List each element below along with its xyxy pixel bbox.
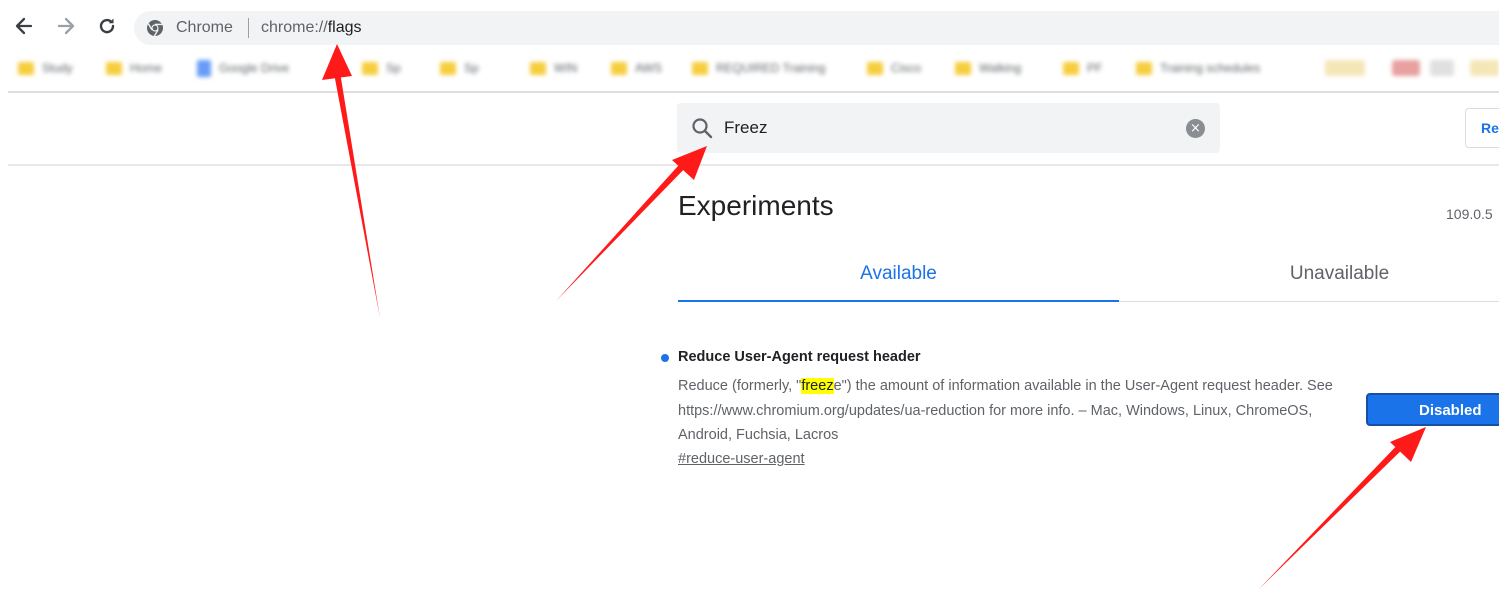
- bookmark-label: AWS: [635, 61, 662, 75]
- bookmark-item[interactable]: Sp: [440, 58, 479, 78]
- bookmark-label: WIN: [554, 61, 578, 75]
- reset-all-button[interactable]: Re: [1465, 108, 1499, 148]
- arrow-right-icon: [57, 17, 75, 35]
- page-title: Experiments: [678, 190, 834, 221]
- search-match-highlight: freez: [801, 378, 834, 394]
- bookmark-blurred[interactable]: [1325, 60, 1365, 76]
- bookmark-label: PF: [1087, 61, 1103, 75]
- experiment-description: Reduce (formerly, "freeze") the amount o…: [678, 374, 1338, 448]
- back-button[interactable]: [10, 12, 38, 40]
- bookmark-blurred[interactable]: [1470, 60, 1499, 76]
- bookmarks-bar: Study Home Google Drive Sp Sp WIN AWS RE…: [0, 52, 1499, 86]
- bookmark-item[interactable]: Sp: [362, 58, 401, 78]
- url-text[interactable]: chrome://flags: [261, 19, 361, 37]
- bookmark-item[interactable]: REQUIRED Training: [692, 58, 825, 78]
- address-bar[interactable]: Chrome chrome://flags: [134, 11, 1499, 45]
- divider: [8, 164, 1499, 166]
- browser-window: Chrome chrome://flags Study Home Google …: [0, 0, 1499, 589]
- folder-icon: [692, 61, 708, 75]
- folder-icon: [867, 61, 883, 75]
- bookmark-blurred[interactable]: [1392, 60, 1420, 76]
- bookmark-label: REQUIRED Training: [716, 61, 826, 75]
- red-arrow-head-icon: [1390, 427, 1426, 462]
- bookmark-item[interactable]: Google Drive: [197, 58, 289, 78]
- bookmark-item[interactable]: Training schedules: [1136, 58, 1260, 78]
- tab-available[interactable]: Available: [678, 258, 1119, 302]
- red-arrow-icon: [1259, 437, 1410, 589]
- modified-dot-icon: [661, 354, 669, 362]
- bookmark-label: Google Drive: [219, 61, 290, 75]
- browser-toolbar: Chrome chrome://flags: [0, 0, 1499, 52]
- folder-icon: [1136, 61, 1152, 75]
- folder-icon: [362, 61, 378, 75]
- site-label: Chrome: [176, 19, 233, 36]
- bookmark-item[interactable]: Cisco: [867, 58, 921, 78]
- bookmark-item[interactable]: PF: [1063, 58, 1102, 78]
- description-text: Reduce (formerly, ": [678, 378, 802, 394]
- folder-icon: [106, 61, 122, 75]
- bookmark-blurred[interactable]: [1430, 60, 1454, 76]
- url-scheme: chrome://: [261, 19, 328, 36]
- search-input[interactable]: Freez: [724, 118, 767, 138]
- bookmark-item[interactable]: Walking: [955, 58, 1021, 78]
- version-label: 109.0.5: [1446, 206, 1493, 222]
- clear-search-icon[interactable]: ×: [1186, 119, 1205, 138]
- bookmark-label: Training schedules: [1160, 61, 1261, 75]
- experiment-state-select[interactable]: Disabled: [1366, 393, 1499, 426]
- bookmark-label: Home: [130, 61, 163, 75]
- bookmark-item[interactable]: WIN: [530, 58, 577, 78]
- folder-icon: [440, 61, 456, 75]
- reload-button[interactable]: [93, 12, 121, 40]
- folder-icon: [1063, 61, 1079, 75]
- folder-icon: [530, 61, 546, 75]
- bookmark-label: Walking: [979, 61, 1022, 75]
- tab-active-indicator: [678, 300, 1119, 302]
- bookmark-label: Sp: [386, 61, 401, 75]
- flags-search-box[interactable]: Freez ×: [677, 103, 1220, 153]
- address-separator: [248, 18, 249, 38]
- bookmark-label: Study: [42, 61, 73, 75]
- bookmark-item[interactable]: Study: [18, 58, 73, 78]
- folder-icon: [955, 61, 971, 75]
- red-arrow-icon: [333, 66, 380, 318]
- doc-icon: [197, 59, 211, 77]
- bookmark-label: Sp: [464, 61, 479, 75]
- chrome-logo-icon: [147, 20, 163, 37]
- tab-unavailable[interactable]: Unavailable: [1119, 258, 1499, 302]
- forward-button[interactable]: [52, 12, 80, 40]
- divider: [8, 91, 1499, 93]
- search-icon: [692, 118, 713, 139]
- url-host: flags: [327, 19, 362, 36]
- folder-icon: [611, 61, 627, 75]
- bookmark-item[interactable]: Home: [106, 58, 162, 78]
- folder-icon: [18, 61, 34, 75]
- experiment-title: Reduce User-Agent request header: [678, 349, 921, 365]
- bookmark-label: Cisco: [891, 61, 922, 75]
- red-arrow-icon: [556, 156, 692, 301]
- divider: [1119, 301, 1499, 302]
- experiment-permalink[interactable]: #reduce-user-agent: [678, 451, 805, 467]
- reload-icon: [99, 18, 115, 34]
- bookmark-item[interactable]: AWS: [611, 58, 662, 78]
- arrow-left-icon: [15, 17, 33, 35]
